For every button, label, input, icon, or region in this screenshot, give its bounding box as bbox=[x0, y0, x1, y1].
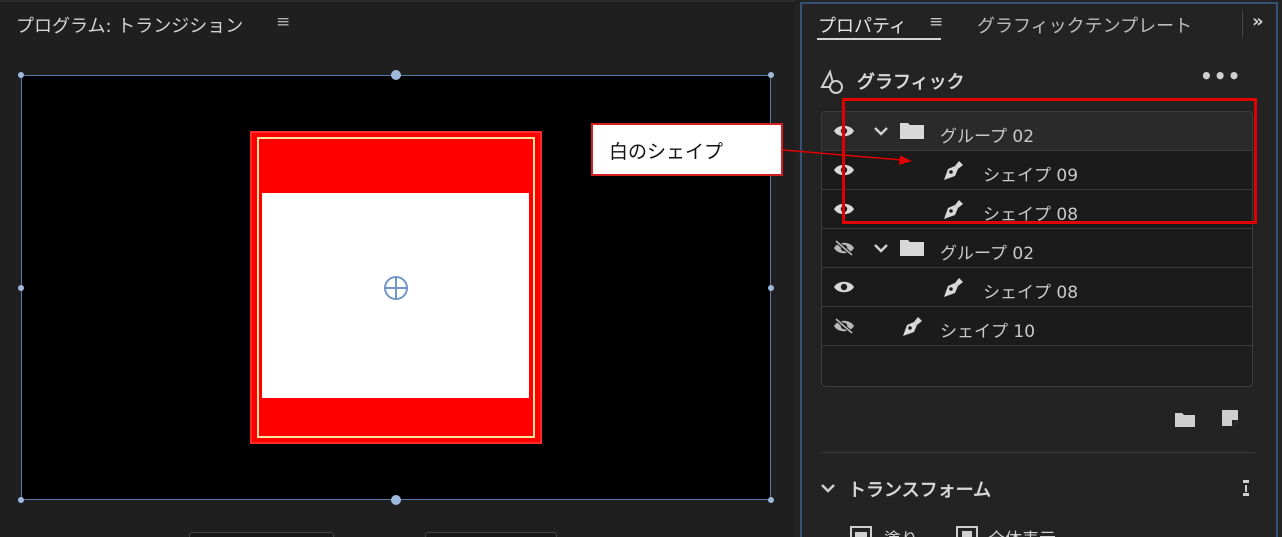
program-monitor-title[interactable]: プログラム: トランジション bbox=[16, 12, 243, 38]
resize-handle-top-left[interactable] bbox=[18, 72, 24, 78]
tab-graphic-templates[interactable]: グラフィックテンプレート bbox=[977, 12, 1192, 38]
resize-handle-left[interactable] bbox=[18, 285, 24, 291]
chevron-down-icon[interactable] bbox=[873, 242, 889, 254]
pen-tool-icon bbox=[944, 278, 963, 297]
zoom-dropdown[interactable] bbox=[189, 532, 334, 537]
active-tab-indicator bbox=[817, 38, 941, 40]
ellipsis-icon[interactable]: ••• bbox=[1200, 64, 1241, 88]
graphic-section-title: グラフィック bbox=[857, 72, 965, 93]
annotation-highlight-box bbox=[842, 98, 1257, 224]
layer-label: シェイプ 08 bbox=[983, 283, 1079, 303]
callout-text: 白のシェイプ bbox=[609, 141, 724, 163]
transform-section-title[interactable]: トランスフォーム bbox=[848, 476, 991, 502]
resize-handle-top-right[interactable] bbox=[768, 72, 774, 78]
tab-properties[interactable]: プロパティ bbox=[818, 12, 907, 38]
resolution-dropdown[interactable] bbox=[425, 532, 557, 537]
resize-handle-bottom-left[interactable] bbox=[18, 497, 24, 503]
resize-handle-bottom[interactable] bbox=[391, 495, 401, 505]
collapse-pin-icon[interactable] bbox=[1240, 478, 1252, 498]
eye-hidden-icon[interactable] bbox=[833, 318, 855, 334]
double-chevron-right-icon[interactable]: » bbox=[1252, 11, 1264, 32]
fill-frame-icon[interactable] bbox=[850, 526, 872, 537]
resize-handle-right[interactable] bbox=[768, 285, 774, 291]
layer-row-group[interactable]: グループ 02 bbox=[822, 229, 1252, 268]
section-divider bbox=[821, 452, 1255, 453]
pen-tool-icon bbox=[903, 317, 922, 336]
graphic-shapes-icon bbox=[820, 69, 843, 94]
annotation-callout: 白のシェイプ bbox=[591, 123, 783, 176]
eye-icon[interactable] bbox=[833, 279, 855, 295]
eye-hidden-icon[interactable] bbox=[833, 240, 855, 256]
program-monitor-panel: プログラム: トランジション ≡ bbox=[0, 0, 795, 537]
fill-label[interactable]: 塗り bbox=[884, 525, 918, 537]
layer-label: グループ 02 bbox=[940, 244, 1035, 264]
new-group-folder-icon[interactable] bbox=[1174, 410, 1196, 428]
tab-divider bbox=[1242, 10, 1243, 38]
new-layer-icon[interactable] bbox=[1220, 408, 1240, 428]
layer-label: シェイプ 10 bbox=[940, 322, 1036, 342]
fit-all-label[interactable]: 全体表示 bbox=[988, 525, 1056, 537]
fit-all-icon[interactable] bbox=[956, 526, 978, 537]
hamburger-menu-icon[interactable]: ≡ bbox=[276, 12, 290, 32]
layer-row-shape[interactable]: シェイプ 10 bbox=[822, 307, 1252, 346]
resize-handle-top[interactable] bbox=[391, 70, 401, 80]
chevron-down-icon[interactable] bbox=[820, 482, 836, 494]
properties-panel: プロパティ ≡ グラフィックテンプレート » グラフィック ••• グループ 0… bbox=[800, 2, 1278, 537]
layer-row-shape[interactable]: シェイプ 08 bbox=[822, 268, 1252, 307]
hamburger-menu-icon[interactable]: ≡ bbox=[929, 12, 943, 32]
resize-handle-bottom-right[interactable] bbox=[768, 497, 774, 503]
folder-icon bbox=[900, 240, 924, 256]
